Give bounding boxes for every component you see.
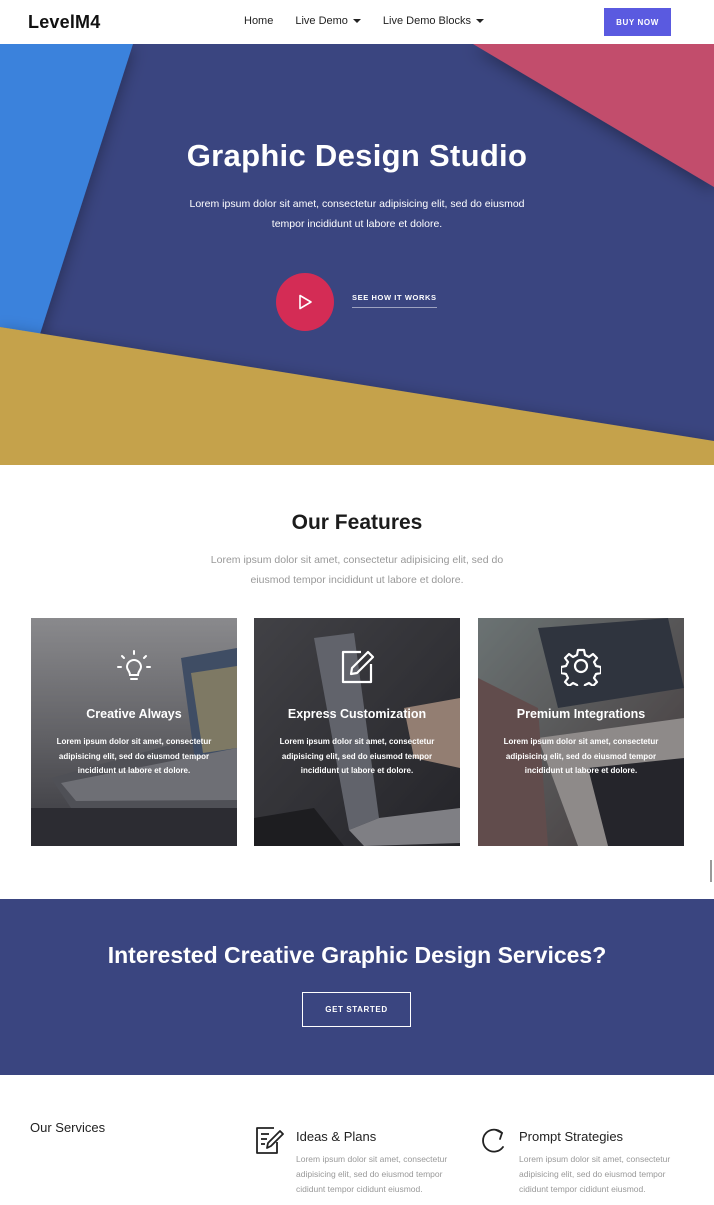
lightbulb-icon [117, 650, 151, 680]
card-text: Lorem ipsum dolor sit amet, consectetur … [56, 737, 212, 775]
service-name: Prompt Strategies [519, 1129, 624, 1144]
site-logo[interactable]: LevelM4 [28, 12, 100, 33]
top-navbar: LevelM4 Home Live Demo Live Demo Blocks … [0, 0, 714, 44]
card-text: Lorem ipsum dolor sit amet, consectetur … [503, 737, 659, 775]
hero-background-shapes [0, 44, 714, 465]
play-icon [299, 294, 312, 310]
play-video-button[interactable] [276, 273, 334, 331]
feature-card-customization[interactable]: Express Customization Lorem ipsum dolor … [254, 618, 460, 846]
card-title: Premium Integrations [516, 707, 646, 721]
nav-item-live-demo-blocks[interactable]: Live Demo Blocks [383, 15, 484, 27]
services-title: Our Services [30, 1120, 106, 1135]
nav-item-label: Live Demo Blocks [382, 15, 471, 27]
gear-icon [561, 648, 601, 686]
scrollbar-thumb-secondary[interactable] [710, 860, 712, 882]
hero-title: Graphic Design Studio [186, 138, 528, 173]
feature-card-integrations[interactable]: Premium Integrations Lorem ipsum dolor s… [478, 618, 684, 846]
feature-card-creative[interactable]: Creative Always Lorem ipsum dolor sit am… [31, 618, 237, 846]
service-text: Lorem ipsum dolor sit amet, consectetur … [519, 1154, 671, 1194]
main-menu: Home Live Demo Live Demo Blocks [244, 15, 506, 27]
card-text: Lorem ipsum dolor sit amet, consectetur … [279, 737, 435, 775]
service-name: Ideas & Plans [296, 1129, 377, 1144]
service-text: Lorem ipsum dolor sit amet, consectetur … [296, 1154, 448, 1194]
features-subtitle: Lorem ipsum dolor sit amet, consectetur … [210, 554, 504, 586]
cta-section: Interested Creative Graphic Design Servi… [0, 899, 714, 1075]
refresh-icon [482, 1128, 504, 1153]
get-started-button[interactable]: GET STARTED [302, 992, 411, 1027]
features-title: Our Features [291, 511, 423, 534]
buy-now-button[interactable]: BUY NOW [604, 8, 671, 36]
edit-icon [341, 650, 375, 684]
card-title: Express Customization [287, 707, 427, 721]
cta-title: Interested Creative Graphic Design Servi… [107, 942, 607, 968]
nav-item-label: Live Demo [295, 15, 348, 27]
nav-item-home[interactable]: Home [244, 15, 273, 27]
hero-subtitle: Lorem ipsum dolor sit amet, consectetur … [189, 198, 525, 230]
hero-section: Graphic Design Studio Lorem ipsum dolor … [0, 44, 714, 465]
card-title: Creative Always [86, 707, 182, 721]
nav-item-live-demo[interactable]: Live Demo [295, 15, 361, 27]
see-how-it-works-link[interactable]: SEE HOW IT WORKS [352, 293, 437, 308]
nav-item-label: Home [244, 15, 274, 27]
caret-down-icon [352, 19, 361, 23]
document-edit-icon [256, 1127, 284, 1154]
caret-down-icon [475, 19, 484, 23]
